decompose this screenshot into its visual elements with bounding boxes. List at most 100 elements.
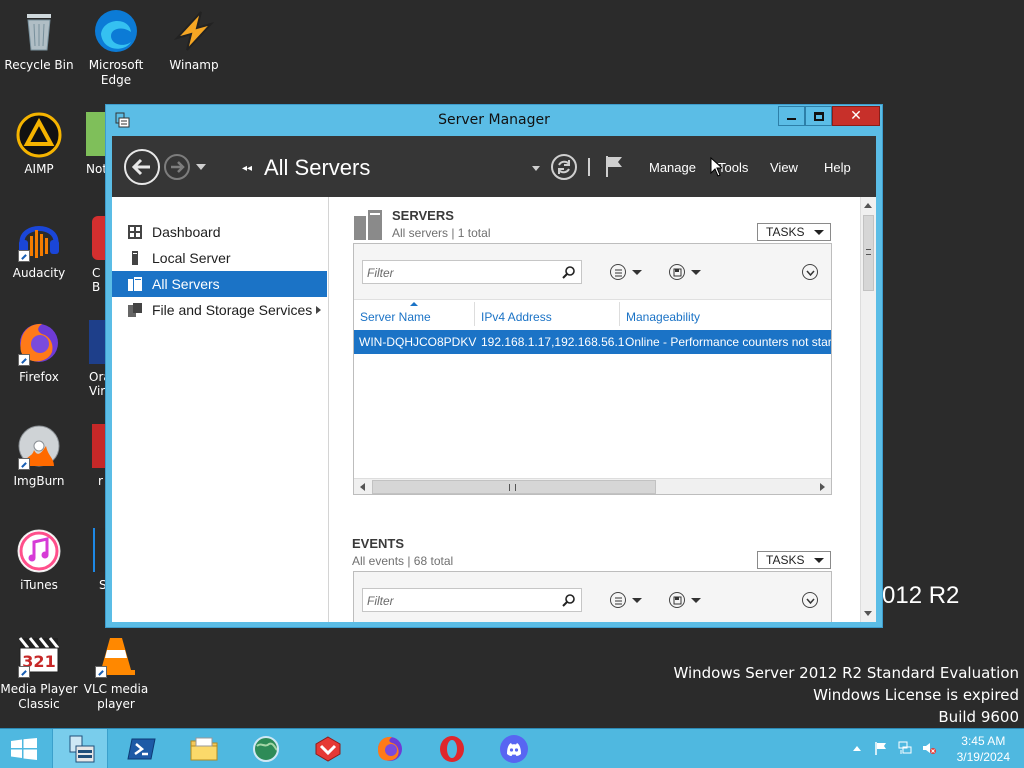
taskbar-firefox[interactable] <box>362 729 418 768</box>
partial-icon-oracle-vm[interactable]: Ora Vir <box>89 320 106 400</box>
servers-expand-button[interactable] <box>802 264 818 280</box>
windows-logo-icon <box>11 738 37 760</box>
taskbar-powershell[interactable] <box>114 729 170 768</box>
cell-manageability: Online - Performance counters not starte… <box>625 335 831 349</box>
flag-icon <box>606 156 622 177</box>
network-icon[interactable] <box>898 741 912 755</box>
servers-subtitle: All servers | 1 total <box>392 226 491 240</box>
servers-query-options-button[interactable] <box>610 264 642 280</box>
events-expand-button[interactable] <box>802 592 818 608</box>
desktop-icon-audacity[interactable]: Audacity <box>0 216 78 281</box>
desktop-icon-recycle-bin[interactable]: Recycle Bin <box>0 8 78 73</box>
events-filter-input[interactable]: Filter <box>362 588 582 612</box>
forward-button[interactable] <box>164 154 190 180</box>
search-icon[interactable] <box>562 265 576 279</box>
scroll-left-icon[interactable] <box>360 483 365 491</box>
taskbar: 3:45 AM 3/19/2024 <box>0 728 1024 768</box>
desktop-icon-edge[interactable]: Microsoft Edge <box>77 8 155 88</box>
events-save-query-button[interactable] <box>669 592 701 608</box>
breadcrumb-dropdown[interactable] <box>532 166 540 171</box>
sidebar-item-local-server[interactable]: Local Server <box>112 245 327 271</box>
servers-horizontal-scrollbar[interactable] <box>354 478 831 494</box>
sidebar: Dashboard Local Server All Servers File … <box>112 197 329 622</box>
desktop-icon-aimp[interactable]: AIMP <box>0 112 78 177</box>
column-header-ipv4[interactable]: IPv4 Address <box>481 310 552 324</box>
sidebar-item-label: All Servers <box>152 276 220 292</box>
taskbar-red-app[interactable] <box>300 729 356 768</box>
folder-icon <box>190 737 218 761</box>
taskbar-network-globe[interactable] <box>238 729 294 768</box>
menu-help[interactable]: Help <box>824 160 851 175</box>
chevron-down-icon <box>691 269 701 275</box>
scroll-up-icon[interactable] <box>864 203 872 208</box>
os-edition-large-text: 012 R2 <box>882 582 960 609</box>
partial-icon-notepad[interactable]: Not <box>86 112 106 174</box>
column-divider <box>619 302 620 326</box>
expand-chevron-icon[interactable] <box>316 306 321 314</box>
events-filter-bar: Filter <box>354 572 831 622</box>
menu-manage[interactable]: Manage <box>649 160 696 175</box>
history-dropdown[interactable] <box>196 164 206 170</box>
volume-muted-icon[interactable] <box>922 741 936 755</box>
action-center-flag-icon[interactable] <box>874 741 888 755</box>
sidebar-item-all-servers[interactable]: All Servers <box>112 271 327 297</box>
menu-view[interactable]: View <box>770 160 798 175</box>
menu-tools[interactable]: Tools <box>718 160 748 175</box>
show-hidden-icons-button[interactable] <box>853 746 861 751</box>
desktop-icon-vlc[interactable]: VLC media player <box>77 632 155 712</box>
column-header-server-name[interactable]: Server Name <box>360 310 431 324</box>
desktop-icon-media-player-classic[interactable]: 321 Media Player Classic <box>0 632 78 712</box>
shortcut-arrow-icon <box>18 250 30 262</box>
close-button[interactable]: ✕ <box>832 106 880 126</box>
taskbar-server-manager[interactable] <box>52 729 108 768</box>
desktop-icon-firefox[interactable]: Firefox <box>0 320 78 385</box>
storage-icon <box>128 303 142 317</box>
minimize-button[interactable] <box>778 106 805 126</box>
main-vertical-scrollbar[interactable] <box>860 197 876 622</box>
minimize-icon <box>787 118 796 120</box>
servers-save-query-button[interactable] <box>669 264 701 280</box>
chevron-down-icon <box>814 230 824 235</box>
column-header-manageability[interactable]: Manageability <box>626 310 700 324</box>
search-icon[interactable] <box>562 593 576 607</box>
scrollbar-thumb[interactable] <box>863 215 874 291</box>
scrollbar-thumb[interactable] <box>372 480 656 494</box>
back-button[interactable] <box>124 149 160 185</box>
main-pane: SERVERS All servers | 1 total TASKS Filt… <box>330 197 860 622</box>
partial-icon-r[interactable]: r <box>92 424 106 488</box>
start-button[interactable] <box>0 729 48 768</box>
events-title: EVENTS <box>352 536 405 551</box>
powershell-icon <box>127 738 156 760</box>
notifications-flag-button[interactable] <box>604 154 626 182</box>
events-tasks-button[interactable]: TASKS <box>757 551 831 569</box>
title-bar[interactable]: Server Manager ✕ <box>106 105 882 136</box>
taskbar-file-explorer[interactable] <box>176 729 232 768</box>
events-query-options-button[interactable] <box>610 592 642 608</box>
discord-icon <box>500 735 528 763</box>
back-arrow-icon <box>131 158 150 176</box>
scroll-down-icon[interactable] <box>864 611 872 616</box>
sidebar-item-file-storage[interactable]: File and Storage Services <box>112 297 327 323</box>
sort-ascending-icon <box>410 302 418 306</box>
imgburn-icon <box>16 424 62 470</box>
desktop-icon-winamp[interactable]: Winamp <box>155 8 233 73</box>
sidebar-item-label: File and Storage Services <box>152 302 313 318</box>
partial-icon-c[interactable]: C B <box>92 216 106 296</box>
desktop-icon-itunes[interactable]: iTunes <box>0 528 78 593</box>
taskbar-clock[interactable]: 3:45 AM 3/19/2024 <box>957 733 1010 765</box>
sidebar-item-dashboard[interactable]: Dashboard <box>112 219 327 245</box>
refresh-button[interactable] <box>551 154 577 180</box>
servers-tasks-button[interactable]: TASKS <box>757 223 831 241</box>
shortcut-arrow-icon <box>18 458 30 470</box>
desktop-icon-imgburn[interactable]: ImgBurn <box>0 424 78 489</box>
toolbar: ◂◂ All Servers Manage Tools View Help <box>112 136 876 197</box>
firefox-icon <box>16 320 62 366</box>
scroll-right-icon[interactable] <box>820 483 825 491</box>
firefox-icon <box>378 736 402 761</box>
save-icon <box>669 264 685 280</box>
maximize-button[interactable] <box>805 106 832 126</box>
taskbar-opera[interactable] <box>424 729 480 768</box>
taskbar-discord[interactable] <box>486 729 542 768</box>
servers-filter-input[interactable]: Filter <box>362 260 582 284</box>
table-row[interactable]: WIN-DQHJCO8PDKV 192.168.1.17,192.168.56.… <box>354 330 831 354</box>
